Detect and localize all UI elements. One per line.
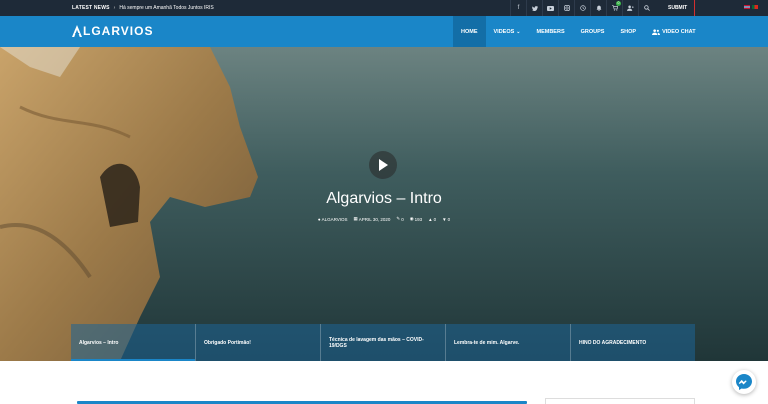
video-tab[interactable]: Algarvios – Intro	[71, 324, 196, 361]
nav-menu: HOME VIDEOS ⌄ MEMBERS GROUPS SHOP VIDEO …	[453, 16, 704, 47]
nav-item-video-chat[interactable]: VIDEO CHAT	[644, 16, 704, 47]
nav-item-videos[interactable]: VIDEOS ⌄	[486, 16, 529, 47]
thumbs-up-icon: ▲	[428, 216, 433, 222]
social-icons: f 0	[510, 0, 654, 16]
dislikes-count: 0	[447, 216, 451, 222]
cart-icon[interactable]: 0	[606, 0, 622, 16]
messenger-icon	[736, 374, 752, 390]
users-icon	[652, 28, 661, 35]
post-date: APRIL 30, 2020	[358, 216, 391, 222]
views-meta: ◉ 193	[410, 216, 422, 222]
chevron-down-icon: ⌄	[516, 28, 521, 35]
nav-item-shop[interactable]: SHOP	[612, 16, 644, 47]
facebook-icon[interactable]: f	[510, 0, 526, 16]
play-button[interactable]	[369, 151, 397, 179]
logo-icon	[72, 25, 82, 37]
video-tabs: Algarvios – Intro Obrigado Portimão! Téc…	[71, 324, 695, 361]
instagram-icon[interactable]	[558, 0, 574, 16]
calendar-icon: ▦	[353, 216, 358, 221]
nav-item-label: VIDEOS	[493, 28, 515, 35]
eye-icon: ◉	[409, 216, 414, 221]
hero-video[interactable]: Algarvios – Intro ● ALGARVIOS ▦ APRIL 30, …	[0, 47, 768, 361]
site-logo[interactable]: LGARVIOS	[72, 24, 153, 38]
language-switcher	[744, 5, 758, 9]
dislikes-meta[interactable]: ▼ 0	[442, 216, 450, 222]
nav-item-label: VIDEO CHAT	[662, 28, 696, 35]
video-tab[interactable]: Lembra-te de mim. Algarve.	[446, 324, 571, 361]
search-icon[interactable]	[638, 0, 654, 16]
comments-meta[interactable]: ✎ 0	[396, 216, 403, 222]
video-tab[interactable]: Técnica de lavagem das mãos – COVID-19/D…	[321, 324, 446, 361]
history-icon[interactable]	[574, 0, 590, 16]
news-headline[interactable]: Há sempre um Amanhã Todos Juntos IRIS	[119, 5, 213, 11]
latest-news-label: LATEST NEWS	[72, 5, 110, 11]
video-title: Algarvios – Intro	[326, 190, 442, 207]
play-icon	[379, 159, 388, 171]
chevron-right-icon: ›	[113, 5, 116, 11]
bell-icon[interactable]	[590, 0, 606, 16]
comment-icon: ✎	[396, 216, 401, 221]
top-bar: LATEST NEWS › Há sempre um Amanhã Todos …	[0, 0, 768, 16]
messenger-chat-button[interactable]	[732, 370, 756, 394]
likes-meta[interactable]: ▲ 0	[428, 216, 436, 222]
youtube-icon[interactable]	[542, 0, 558, 16]
submit-button[interactable]: SUBMIT	[668, 5, 687, 11]
date-meta: ▦ APRIL 30, 2020	[354, 216, 391, 222]
sidebar-widget	[545, 398, 695, 404]
author-meta[interactable]: ● ALGARVIOS	[318, 216, 348, 222]
add-user-icon[interactable]	[622, 0, 638, 16]
nav-item-members[interactable]: MEMBERS	[529, 16, 573, 47]
twitter-icon[interactable]	[526, 0, 542, 16]
divider	[694, 0, 695, 16]
likes-count: 0	[433, 216, 437, 222]
latest-news: LATEST NEWS › Há sempre um Amanhã Todos …	[72, 5, 214, 11]
video-tab[interactable]: Obrigado Portimão!	[196, 324, 321, 361]
nav-item-groups[interactable]: GROUPS	[573, 16, 613, 47]
english-flag-icon[interactable]	[744, 5, 750, 9]
logo-text: LGARVIOS	[83, 24, 154, 38]
cart-count-badge: 0	[616, 1, 621, 6]
user-icon: ●	[317, 216, 321, 222]
nav-item-home[interactable]: HOME	[453, 16, 486, 47]
main-nav: LGARVIOS HOME VIDEOS ⌄ MEMBERS GROUPS SH…	[0, 16, 768, 47]
thumbs-down-icon: ▼	[442, 216, 447, 222]
video-tab[interactable]: HINO DO AGRADECIMENTO	[571, 324, 695, 361]
author-name: ALGARVIOS	[321, 216, 348, 222]
video-meta: ● ALGARVIOS ▦ APRIL 30, 2020 ✎ 0 ◉ 193 ▲ 0 ▼ 0	[0, 216, 768, 222]
portuguese-flag-icon[interactable]	[752, 5, 758, 9]
comments-count: 0	[401, 216, 404, 222]
views-count: 193	[414, 216, 423, 222]
